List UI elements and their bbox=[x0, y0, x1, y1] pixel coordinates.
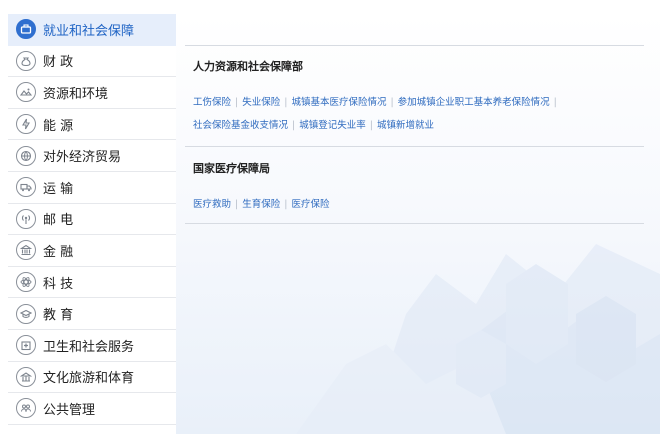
dataset-link-list: 工伤保险 | 失业保险 | 城镇基本医疗保险情况 | 参加城镇企业职工基本养老保险情况 | 社会… bbox=[193, 97, 557, 131]
sidebar-item-finance[interactable]: 财 政 bbox=[8, 46, 176, 78]
sidebar-item-label: 运 输 bbox=[43, 181, 74, 197]
truck-icon bbox=[16, 177, 36, 198]
department-title: 国家医疗保障局 bbox=[193, 162, 270, 175]
sidebar-item-label: 邮 电 bbox=[43, 213, 74, 229]
sidebar-item-label: 文化旅游和体育 bbox=[43, 371, 135, 387]
energy-icon bbox=[16, 114, 36, 135]
sidebar-item-employment-social-security[interactable]: 就业和社会保障 bbox=[8, 14, 176, 46]
dataset-link-maternity-insurance[interactable]: 生育保险 bbox=[242, 199, 280, 210]
bottom-divider bbox=[185, 223, 644, 224]
dataset-link-medical-assistance[interactable]: 医疗救助 bbox=[193, 199, 231, 210]
dataset-link-work-injury-insurance[interactable]: 工伤保险 bbox=[193, 97, 231, 108]
section-divider bbox=[185, 146, 644, 147]
dataset-link-unemployment-insurance[interactable]: 失业保险 bbox=[242, 97, 280, 108]
dataset-link-urban-basic-medical-insurance[interactable]: 城镇基本医疗保险情况 bbox=[291, 97, 386, 108]
signal-tower-icon bbox=[16, 208, 36, 229]
dataset-link-registered-unemployment-rate[interactable]: 城镇登记失业率 bbox=[299, 120, 366, 131]
sidebar-item-public-administration[interactable]: 公共管理 bbox=[8, 393, 176, 425]
globe-icon bbox=[16, 145, 36, 166]
sidebar-item-label: 资源和环境 bbox=[43, 86, 109, 102]
sidebar-item-label: 教 育 bbox=[43, 308, 74, 324]
top-divider bbox=[185, 45, 644, 46]
category-sidebar: 就业和社会保障 财 政 资源和环境 能 源 对外经济贸易 运 输 邮 电 金 融… bbox=[8, 14, 176, 426]
landscape-icon bbox=[16, 82, 36, 103]
dataset-link-social-insurance-fund[interactable]: 社会保险基金收支情况 bbox=[193, 120, 288, 131]
sidebar-item-energy[interactable]: 能 源 bbox=[8, 109, 176, 141]
sidebar-item-foreign-trade[interactable]: 对外经济贸易 bbox=[8, 140, 176, 172]
department-block-nhsa: 国家医疗保障局 医疗救助 | 生育保险 | 医疗保险 bbox=[193, 160, 645, 216]
sidebar-item-label: 公共管理 bbox=[43, 402, 96, 418]
culture-icon bbox=[16, 366, 36, 387]
department-title: 人力资源和社会保障部 bbox=[193, 60, 303, 73]
dataset-link-medical-insurance[interactable]: 医疗保险 bbox=[291, 199, 329, 210]
sidebar-item-resources-environment[interactable]: 资源和环境 bbox=[8, 77, 176, 109]
sidebar-item-label: 就业和社会保障 bbox=[43, 23, 135, 39]
bank-icon bbox=[16, 240, 36, 261]
sidebar-item-label: 能 源 bbox=[43, 118, 74, 134]
sidebar-item-transport[interactable]: 运 输 bbox=[8, 172, 176, 204]
people-icon bbox=[16, 398, 36, 419]
sidebar-item-post-telecom[interactable]: 邮 电 bbox=[8, 204, 176, 236]
dataset-link-new-urban-employment[interactable]: 城镇新增就业 bbox=[377, 120, 434, 131]
briefcase-icon bbox=[16, 19, 36, 40]
atom-icon bbox=[16, 272, 36, 293]
money-bag-icon bbox=[16, 50, 36, 71]
graduation-cap-icon bbox=[16, 303, 36, 324]
sidebar-item-label: 对外经济贸易 bbox=[43, 150, 122, 166]
sidebar-item-science-tech[interactable]: 科 技 bbox=[8, 267, 176, 299]
sidebar-item-label: 科 技 bbox=[43, 276, 74, 292]
medical-building-icon bbox=[16, 335, 36, 356]
sidebar-item-culture-tourism-sports[interactable]: 文化旅游和体育 bbox=[8, 362, 176, 394]
dataset-link-urban-pension-insurance[interactable]: 参加城镇企业职工基本养老保险情况 bbox=[398, 97, 550, 108]
main-content-panel: 人力资源和社会保障部 工伤保险 | 失业保险 | 城镇基本医疗保险情况 | 参加城镇企业职工… bbox=[176, 14, 660, 434]
sidebar-item-finance-banking[interactable]: 金 融 bbox=[8, 235, 176, 267]
sidebar-item-health-social-services[interactable]: 卫生和社会服务 bbox=[8, 330, 176, 362]
sidebar-item-label: 财 政 bbox=[43, 55, 74, 71]
department-block-hrss: 人力资源和社会保障部 工伤保险 | 失业保险 | 城镇基本医疗保险情况 | 参加城镇企业职工… bbox=[193, 58, 645, 137]
sidebar-item-label: 卫生和社会服务 bbox=[43, 339, 135, 355]
dataset-link-list: 医疗救助 | 生育保险 | 医疗保险 bbox=[193, 199, 330, 210]
sidebar-item-education[interactable]: 教 育 bbox=[8, 298, 176, 330]
sidebar-item-label: 金 融 bbox=[43, 244, 74, 260]
